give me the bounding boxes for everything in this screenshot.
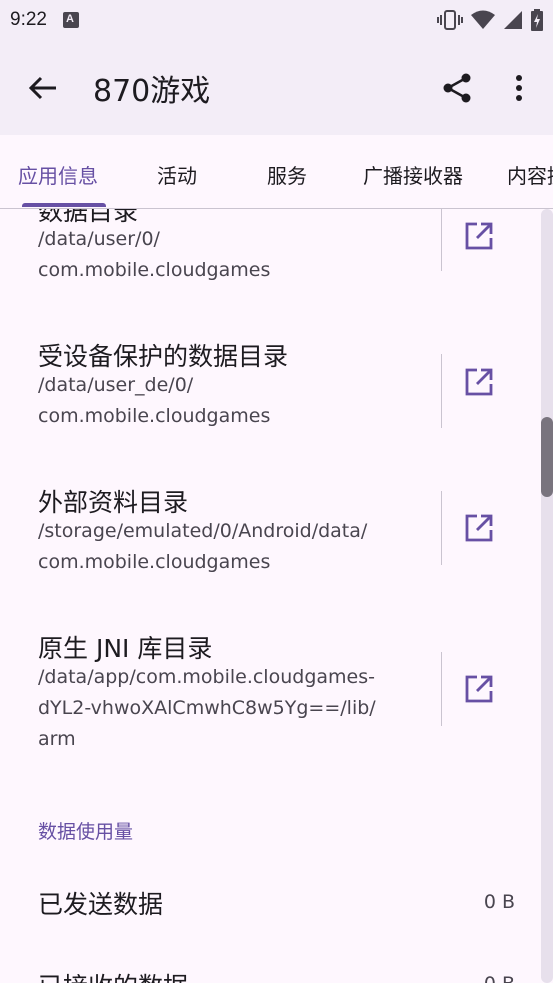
tab-activities[interactable]: 活动: [157, 160, 197, 189]
app-bar: 870游戏: [0, 40, 553, 135]
tab-providers[interactable]: 内容提: [507, 160, 553, 189]
open-in-new-icon: [465, 222, 493, 250]
open-device-protected-dir-button[interactable]: [459, 362, 499, 402]
more-options-button[interactable]: [497, 66, 541, 110]
item-path: /data/user_de/0/ com.mobile.cloudgames: [38, 370, 408, 432]
app-info-content[interactable]: 数据目录 /data/user/0/ com.mobile.cloudgames…: [0, 209, 553, 983]
item-path-line: /data/app/com.mobile.cloudgames-: [38, 666, 375, 688]
tab-app-info[interactable]: 应用信息: [18, 160, 98, 189]
usage-label: 已接收的数据: [38, 967, 188, 983]
share-button[interactable]: [435, 66, 479, 110]
tab-bar: 应用信息 活动 服务 广播接收器 内容提: [0, 135, 553, 209]
item-path: /data/app/com.mobile.cloudgames- dYL2-vh…: [38, 662, 408, 755]
item-path-line: dYL2-vhwoXAlCmwhC8w5Yg==/lib/: [38, 697, 376, 719]
status-bar: 9:22: [0, 0, 553, 40]
item-divider: [441, 491, 442, 565]
status-time: 9:22: [10, 9, 47, 30]
arrow-back-icon: [28, 76, 56, 99]
back-button[interactable]: [19, 64, 67, 112]
item-path-line: com.mobile.cloudgames: [38, 551, 271, 573]
item-path-line: com.mobile.cloudgames: [38, 259, 271, 281]
item-path-line: arm: [38, 728, 76, 750]
section-header-data-usage: 数据使用量: [38, 821, 134, 843]
open-data-dir-button[interactable]: [459, 216, 499, 256]
vibrate-icon: [437, 10, 463, 30]
tab-receivers[interactable]: 广播接收器: [363, 160, 463, 189]
open-in-new-icon: [465, 514, 493, 542]
item-title: 受设备保护的数据目录: [38, 342, 289, 371]
more-vert-icon: [516, 74, 522, 101]
item-path-line: /data/user/0/: [38, 228, 160, 250]
wifi-icon: [471, 10, 495, 29]
page-title: 870游戏: [93, 73, 211, 109]
item-path-line: /data/user_de/0/: [38, 374, 194, 396]
item-title: 原生 JNI 库目录: [38, 634, 213, 663]
status-icons: [437, 9, 543, 31]
item-path: /data/user/0/ com.mobile.cloudgames: [38, 224, 408, 286]
scrollbar-track[interactable]: [541, 209, 553, 983]
notification-a-icon: [62, 12, 79, 28]
share-icon: [443, 73, 471, 102]
battery-charging-icon: [531, 9, 543, 31]
open-in-new-icon: [465, 675, 493, 703]
open-native-lib-dir-button[interactable]: [459, 669, 499, 709]
usage-value: 0 B: [483, 891, 515, 913]
scrollbar-thumb[interactable]: [541, 417, 553, 497]
item-path-line: com.mobile.cloudgames: [38, 405, 271, 427]
item-title: 外部资料目录: [38, 488, 189, 517]
usage-value: 0 B: [484, 973, 515, 983]
item-divider: [441, 354, 442, 428]
open-in-new-icon: [465, 368, 493, 396]
tab-indicator: [22, 203, 106, 207]
item-path-line: /storage/emulated/0/Android/data/: [38, 520, 368, 542]
open-external-data-dir-button[interactable]: [459, 508, 499, 548]
tab-services[interactable]: 服务: [267, 160, 307, 189]
item-divider: [441, 209, 442, 271]
signal-icon: [504, 11, 522, 29]
usage-label: 已发送数据: [38, 890, 164, 919]
item-divider: [441, 652, 442, 726]
item-path: /storage/emulated/0/Android/data/ com.mo…: [38, 516, 408, 578]
